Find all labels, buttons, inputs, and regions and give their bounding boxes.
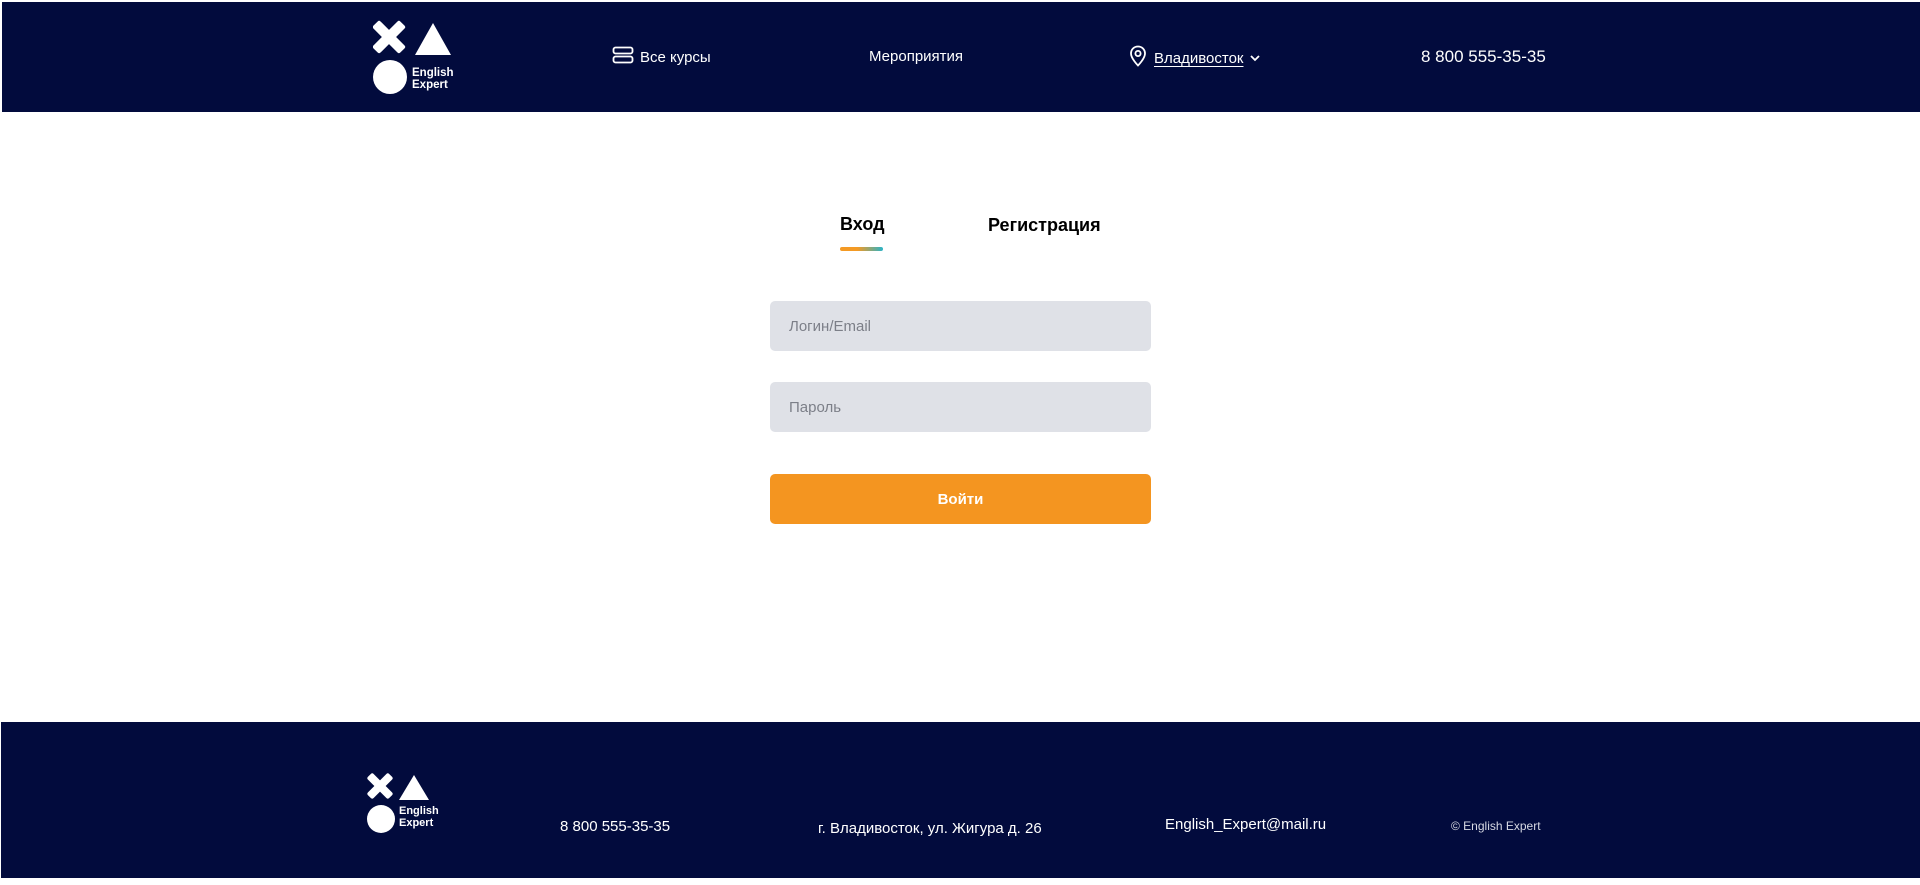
nav-events-label: Мероприятия bbox=[869, 48, 964, 65]
login-submit-button[interactable]: Войти bbox=[770, 474, 1151, 524]
nav-all-courses-label: Все курсы bbox=[640, 48, 711, 66]
tab-register[interactable]: Регистрация bbox=[988, 215, 1101, 236]
nav-events[interactable]: Мероприятия bbox=[869, 48, 963, 65]
header-logo[interactable]: English Expert bbox=[373, 20, 457, 96]
footer-phone-link[interactable]: 8 800 555-35-35 bbox=[560, 818, 670, 835]
logo-text-line2: Expert bbox=[412, 79, 448, 92]
tab-login-active-indicator bbox=[840, 247, 883, 251]
list-icon bbox=[612, 46, 634, 68]
logo-text-line1: English bbox=[412, 67, 454, 79]
location-pin-icon bbox=[1128, 45, 1148, 71]
footer-logo-text-line2: Expert bbox=[399, 816, 434, 829]
nav-all-courses[interactable]: Все курсы bbox=[612, 46, 711, 68]
city-label: Владивосток bbox=[1154, 49, 1244, 67]
tab-login[interactable]: Вход bbox=[840, 214, 885, 235]
footer-email-link[interactable]: English_Expert@mail.ru bbox=[1165, 816, 1326, 833]
city-selector[interactable]: Владивосток bbox=[1128, 45, 1261, 71]
header-phone-link[interactable]: 8 800 555-35-35 bbox=[1421, 47, 1546, 67]
footer-logo-text-line1: English bbox=[399, 805, 439, 817]
chevron-down-icon bbox=[1249, 50, 1261, 67]
password-input[interactable] bbox=[770, 382, 1151, 432]
login-email-input[interactable] bbox=[770, 301, 1151, 351]
footer-copyright: © English Expert bbox=[1451, 819, 1541, 833]
site-header: English Expert Все курсы Мероприятия Вла… bbox=[2, 2, 1920, 112]
footer-address: г. Владивосток, ул. Жигура д. 26 bbox=[818, 820, 1042, 837]
footer-logo[interactable]: English Expert bbox=[367, 772, 445, 834]
site-footer: English Expert 8 800 555-35-35 г. Владив… bbox=[1, 722, 1920, 878]
